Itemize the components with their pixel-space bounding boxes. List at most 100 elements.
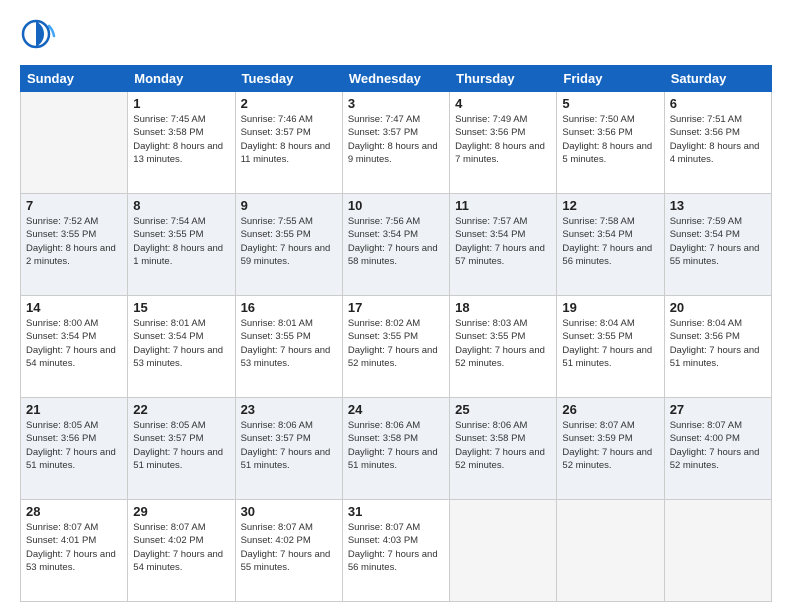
calendar-cell: 4 Sunrise: 7:49 AMSunset: 3:56 PMDaylight…	[450, 92, 557, 194]
day-info: Sunrise: 8:07 AMSunset: 4:02 PMDaylight:…	[133, 521, 229, 574]
calendar-cell: 24 Sunrise: 8:06 AMSunset: 3:58 PMDayligh…	[342, 398, 449, 500]
day-info: Sunrise: 7:59 AMSunset: 3:54 PMDaylight:…	[670, 215, 766, 268]
day-number: 2	[241, 96, 337, 111]
calendar-cell: 22 Sunrise: 8:05 AMSunset: 3:57 PMDayligh…	[128, 398, 235, 500]
calendar-cell: 2 Sunrise: 7:46 AMSunset: 3:57 PMDaylight…	[235, 92, 342, 194]
day-number: 30	[241, 504, 337, 519]
day-info: Sunrise: 8:07 AMSunset: 4:02 PMDaylight:…	[241, 521, 337, 574]
calendar-cell: 29 Sunrise: 8:07 AMSunset: 4:02 PMDayligh…	[128, 500, 235, 602]
day-info: Sunrise: 8:06 AMSunset: 3:57 PMDaylight:…	[241, 419, 337, 472]
calendar-week-row: 1 Sunrise: 7:45 AMSunset: 3:58 PMDaylight…	[21, 92, 772, 194]
logo	[20, 16, 58, 57]
page: SundayMondayTuesdayWednesdayThursdayFrid…	[0, 0, 792, 612]
day-info: Sunrise: 7:45 AMSunset: 3:58 PMDaylight:…	[133, 113, 229, 166]
calendar-cell: 14 Sunrise: 8:00 AMSunset: 3:54 PMDayligh…	[21, 296, 128, 398]
day-info: Sunrise: 7:58 AMSunset: 3:54 PMDaylight:…	[562, 215, 658, 268]
day-number: 31	[348, 504, 444, 519]
calendar-cell: 28Sunrise: 8:07 AMSunset: 4:01 PMDayligh…	[21, 500, 128, 602]
calendar-cell: 16Sunrise: 8:01 AMSunset: 3:55 PMDayligh…	[235, 296, 342, 398]
weekday-header-friday: Friday	[557, 66, 664, 92]
calendar-cell: 27Sunrise: 8:07 AMSunset: 4:00 PMDayligh…	[664, 398, 771, 500]
day-number: 10	[348, 198, 444, 213]
day-info: Sunrise: 8:07 AMSunset: 4:01 PMDaylight:…	[26, 521, 122, 574]
calendar-cell: 20 Sunrise: 8:04 AMSunset: 3:56 PMDayligh…	[664, 296, 771, 398]
day-info: Sunrise: 7:50 AMSunset: 3:56 PMDaylight:…	[562, 113, 658, 166]
day-number: 4	[455, 96, 551, 111]
calendar-cell: 30 Sunrise: 8:07 AMSunset: 4:02 PMDayligh…	[235, 500, 342, 602]
calendar-cell: 10 Sunrise: 7:56 AMSunset: 3:54 PMDayligh…	[342, 194, 449, 296]
weekday-header-monday: Monday	[128, 66, 235, 92]
day-info: Sunrise: 7:56 AMSunset: 3:54 PMDaylight:…	[348, 215, 444, 268]
day-number: 6	[670, 96, 766, 111]
calendar-cell: 1 Sunrise: 7:45 AMSunset: 3:58 PMDaylight…	[128, 92, 235, 194]
day-info: Sunrise: 8:00 AMSunset: 3:54 PMDaylight:…	[26, 317, 122, 370]
weekday-header-thursday: Thursday	[450, 66, 557, 92]
day-number: 21	[26, 402, 122, 417]
day-info: Sunrise: 8:07 AMSunset: 3:59 PMDaylight:…	[562, 419, 658, 472]
day-info: Sunrise: 8:03 AMSunset: 3:55 PMDaylight:…	[455, 317, 551, 370]
calendar-cell: 18Sunrise: 8:03 AMSunset: 3:55 PMDayligh…	[450, 296, 557, 398]
calendar-week-row: 14 Sunrise: 8:00 AMSunset: 3:54 PMDayligh…	[21, 296, 772, 398]
day-number: 26	[562, 402, 658, 417]
day-number: 8	[133, 198, 229, 213]
day-number: 11	[455, 198, 551, 213]
day-info: Sunrise: 8:06 AMSunset: 3:58 PMDaylight:…	[455, 419, 551, 472]
calendar-week-row: 21 Sunrise: 8:05 AMSunset: 3:56 PMDayligh…	[21, 398, 772, 500]
weekday-header-wednesday: Wednesday	[342, 66, 449, 92]
day-number: 29	[133, 504, 229, 519]
day-number: 20	[670, 300, 766, 315]
calendar-cell: 9Sunrise: 7:55 AMSunset: 3:55 PMDaylight…	[235, 194, 342, 296]
day-info: Sunrise: 7:52 AMSunset: 3:55 PMDaylight:…	[26, 215, 122, 268]
day-info: Sunrise: 7:49 AMSunset: 3:56 PMDaylight:…	[455, 113, 551, 166]
day-number: 15	[133, 300, 229, 315]
calendar-cell	[21, 92, 128, 194]
day-info: Sunrise: 8:05 AMSunset: 3:56 PMDaylight:…	[26, 419, 122, 472]
calendar-cell: 3Sunrise: 7:47 AMSunset: 3:57 PMDaylight…	[342, 92, 449, 194]
day-number: 17	[348, 300, 444, 315]
day-number: 23	[241, 402, 337, 417]
day-info: Sunrise: 7:54 AMSunset: 3:55 PMDaylight:…	[133, 215, 229, 268]
weekday-header-sunday: Sunday	[21, 66, 128, 92]
day-number: 13	[670, 198, 766, 213]
calendar-cell: 15 Sunrise: 8:01 AMSunset: 3:54 PMDayligh…	[128, 296, 235, 398]
calendar-table: SundayMondayTuesdayWednesdayThursdayFrid…	[20, 65, 772, 602]
day-number: 22	[133, 402, 229, 417]
day-number: 25	[455, 402, 551, 417]
calendar-cell: 12Sunrise: 7:58 AMSunset: 3:54 PMDayligh…	[557, 194, 664, 296]
calendar-cell	[664, 500, 771, 602]
day-info: Sunrise: 8:05 AMSunset: 3:57 PMDaylight:…	[133, 419, 229, 472]
calendar-cell: 5 Sunrise: 7:50 AMSunset: 3:56 PMDaylight…	[557, 92, 664, 194]
calendar-cell	[557, 500, 664, 602]
day-number: 14	[26, 300, 122, 315]
day-info: Sunrise: 8:04 AMSunset: 3:56 PMDaylight:…	[670, 317, 766, 370]
day-info: Sunrise: 8:04 AMSunset: 3:55 PMDaylight:…	[562, 317, 658, 370]
day-info: Sunrise: 8:02 AMSunset: 3:55 PMDaylight:…	[348, 317, 444, 370]
calendar-cell: 17 Sunrise: 8:02 AMSunset: 3:55 PMDayligh…	[342, 296, 449, 398]
logo-icon	[20, 16, 56, 52]
calendar-week-row: 28Sunrise: 8:07 AMSunset: 4:01 PMDayligh…	[21, 500, 772, 602]
calendar-cell: 23 Sunrise: 8:06 AMSunset: 3:57 PMDayligh…	[235, 398, 342, 500]
calendar-cell: 26 Sunrise: 8:07 AMSunset: 3:59 PMDayligh…	[557, 398, 664, 500]
day-number: 24	[348, 402, 444, 417]
calendar-cell: 13 Sunrise: 7:59 AMSunset: 3:54 PMDayligh…	[664, 194, 771, 296]
calendar-cell: 21 Sunrise: 8:05 AMSunset: 3:56 PMDayligh…	[21, 398, 128, 500]
day-number: 7	[26, 198, 122, 213]
calendar-cell	[450, 500, 557, 602]
calendar-header-row: SundayMondayTuesdayWednesdayThursdayFrid…	[21, 66, 772, 92]
calendar-cell: 8 Sunrise: 7:54 AMSunset: 3:55 PMDaylight…	[128, 194, 235, 296]
weekday-header-saturday: Saturday	[664, 66, 771, 92]
day-number: 27	[670, 402, 766, 417]
day-info: Sunrise: 8:01 AMSunset: 3:55 PMDaylight:…	[241, 317, 337, 370]
day-number: 1	[133, 96, 229, 111]
day-info: Sunrise: 7:57 AMSunset: 3:54 PMDaylight:…	[455, 215, 551, 268]
day-info: Sunrise: 8:06 AMSunset: 3:58 PMDaylight:…	[348, 419, 444, 472]
day-number: 3	[348, 96, 444, 111]
weekday-header-tuesday: Tuesday	[235, 66, 342, 92]
calendar-cell: 25 Sunrise: 8:06 AMSunset: 3:58 PMDayligh…	[450, 398, 557, 500]
day-info: Sunrise: 8:01 AMSunset: 3:54 PMDaylight:…	[133, 317, 229, 370]
calendar-cell: 31Sunrise: 8:07 AMSunset: 4:03 PMDayligh…	[342, 500, 449, 602]
day-info: Sunrise: 7:55 AMSunset: 3:55 PMDaylight:…	[241, 215, 337, 268]
calendar-cell: 7 Sunrise: 7:52 AMSunset: 3:55 PMDaylight…	[21, 194, 128, 296]
day-info: Sunrise: 7:46 AMSunset: 3:57 PMDaylight:…	[241, 113, 337, 166]
day-number: 5	[562, 96, 658, 111]
